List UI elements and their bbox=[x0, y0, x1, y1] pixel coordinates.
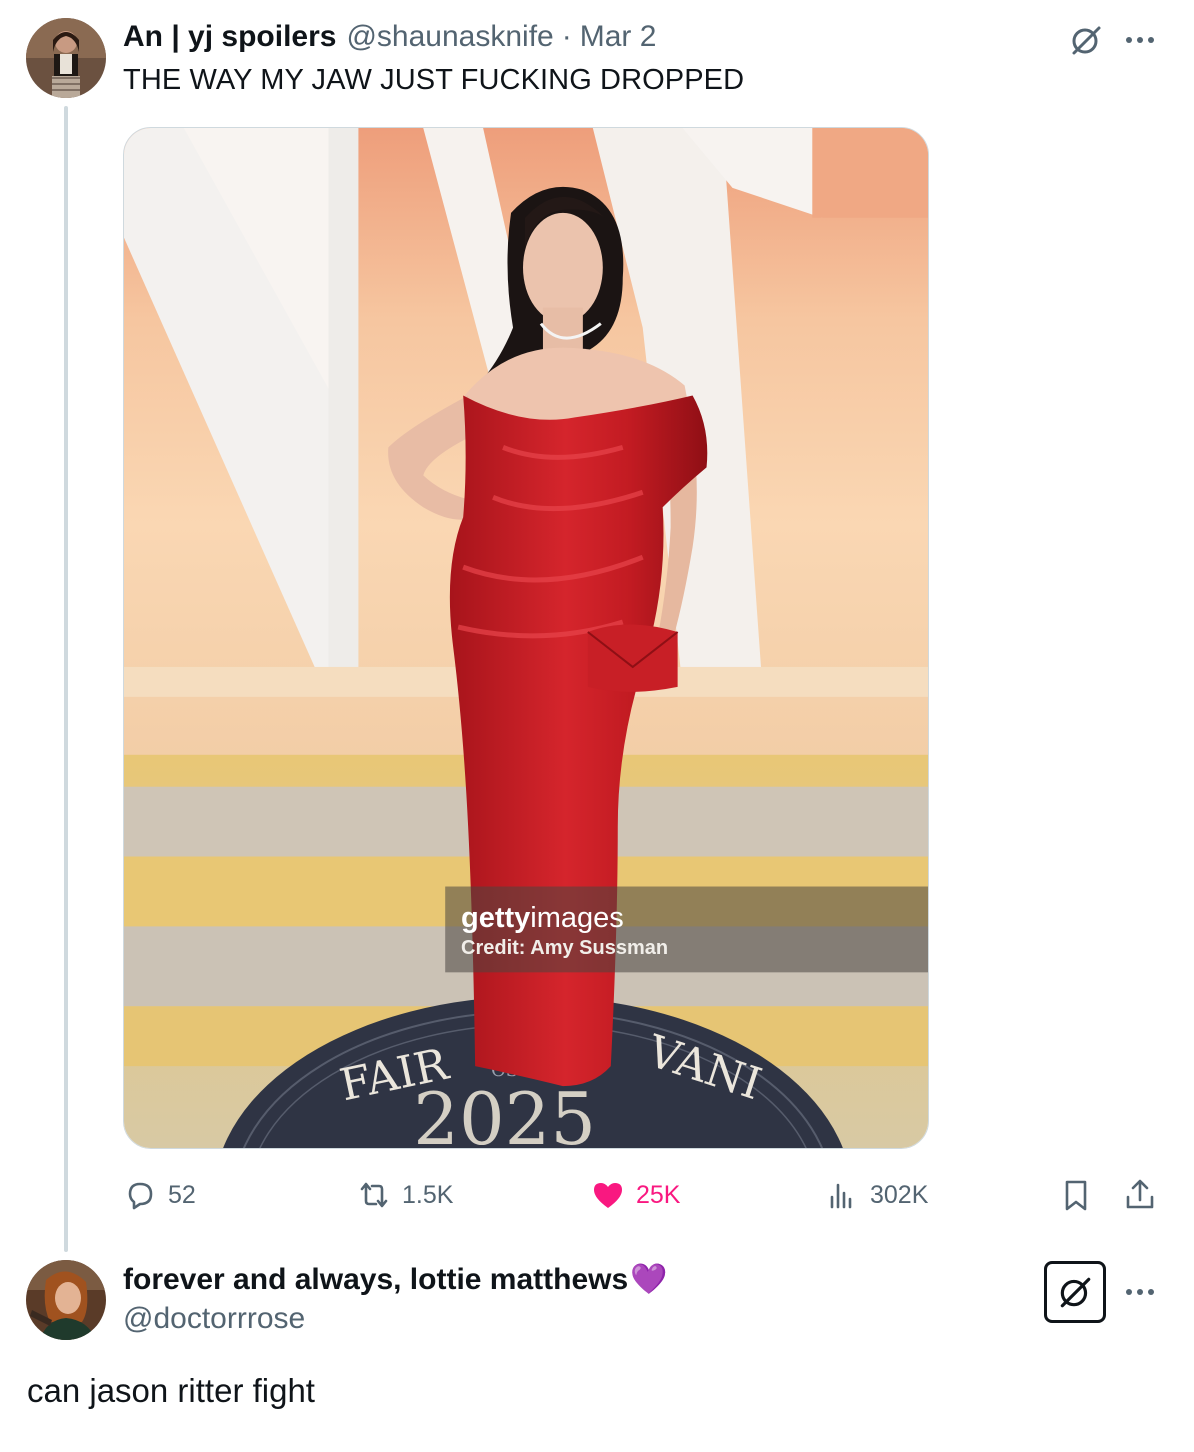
slashed-circle-icon bbox=[1072, 26, 1101, 55]
repost-count: 1.5K bbox=[402, 1180, 454, 1209]
slashed-circle-icon bbox=[1060, 1277, 1091, 1308]
post-action-bar: 52 1.5K 25K 302K bbox=[120, 1172, 1164, 1218]
more-dots-icon bbox=[1126, 1289, 1154, 1295]
separator-dot: · bbox=[561, 20, 572, 53]
post-date[interactable]: Mar 2 bbox=[580, 20, 657, 54]
post-more-button[interactable] bbox=[1118, 18, 1162, 62]
purple-heart-emoji: 💜 bbox=[630, 1263, 668, 1296]
bookmark-button[interactable] bbox=[1058, 1172, 1104, 1218]
reply-display-name[interactable]: forever and always, lottie matthews bbox=[123, 1263, 628, 1297]
author-display-name[interactable]: An | yj spoilers bbox=[123, 20, 336, 54]
like-button[interactable]: 25K bbox=[590, 1172, 680, 1218]
reply-handle[interactable]: @doctorrrose bbox=[123, 1302, 305, 1336]
reply-count: 52 bbox=[168, 1180, 196, 1209]
floor-year: 2025 bbox=[413, 1077, 596, 1148]
getty-logo-bold: getty bbox=[461, 902, 531, 934]
getty-logo: gettyimages bbox=[461, 902, 624, 935]
post-author-avatar[interactable] bbox=[26, 18, 106, 98]
getty-logo-light: images bbox=[530, 902, 624, 934]
heart-icon bbox=[594, 1183, 622, 1208]
repost-button[interactable]: 1.5K bbox=[356, 1172, 453, 1218]
thread-connector-line bbox=[64, 106, 68, 1252]
post-media-photo[interactable]: FAIR VANI OSC 2025 gettyimages Credit: A… bbox=[123, 127, 929, 1149]
reply-button[interactable]: 52 bbox=[122, 1172, 196, 1218]
author-handle[interactable]: @shaunasknife bbox=[346, 20, 553, 54]
bookmark-icon bbox=[1065, 1180, 1087, 1211]
share-upload-icon bbox=[1126, 1179, 1154, 1209]
bar-chart-icon bbox=[830, 1183, 852, 1209]
reply-header: forever and always, lottie matthews 💜 bbox=[123, 1262, 668, 1297]
like-count: 25K bbox=[636, 1180, 681, 1209]
views-button[interactable]: 302K bbox=[824, 1172, 928, 1218]
views-count: 302K bbox=[870, 1180, 929, 1209]
reply-more-button[interactable] bbox=[1118, 1270, 1162, 1314]
grok-button[interactable] bbox=[1064, 18, 1108, 62]
repost-arrows-icon bbox=[360, 1182, 388, 1208]
post-text: THE WAY MY JAW JUST FUCKING DROPPED bbox=[123, 64, 745, 96]
post-header: An | yj spoilers @shaunasknife · Mar 2 bbox=[123, 20, 656, 56]
getty-credit: Credit: Amy Sussman bbox=[461, 937, 669, 959]
more-dots-icon bbox=[1126, 37, 1154, 43]
reply-grok-button[interactable] bbox=[1044, 1261, 1106, 1323]
speech-bubble-icon bbox=[128, 1182, 153, 1210]
share-button[interactable] bbox=[1122, 1172, 1168, 1218]
reply-author-avatar[interactable] bbox=[26, 1260, 106, 1340]
reply-text: can jason ritter fight bbox=[27, 1372, 315, 1409]
